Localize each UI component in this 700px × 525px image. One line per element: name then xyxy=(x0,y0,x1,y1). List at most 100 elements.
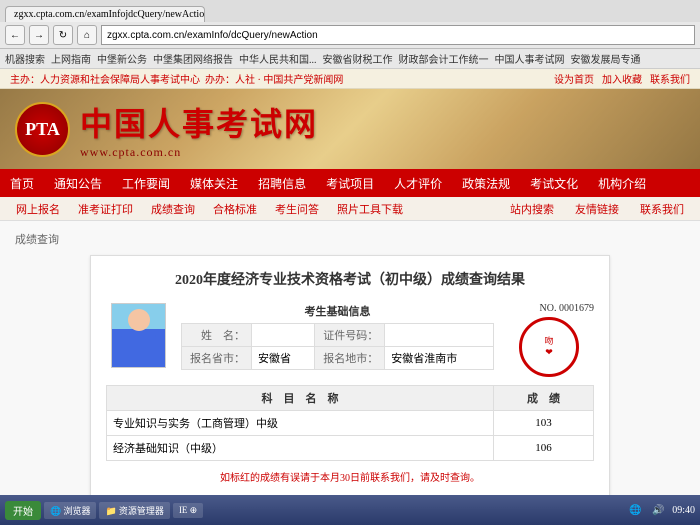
result-card: 2020年度经济专业技术资格考试（初中级）成绩查询结果 xyxy=(90,255,610,495)
add-favorite-link[interactable]: 加入收藏 xyxy=(602,71,642,86)
site-admin-bar: 主办：人力资源和社会保障局人事考试中心 办办：人社 · 中国共产党新闻网 设为首… xyxy=(0,69,700,89)
admin-link-party[interactable]: 中国共产党新闻网 xyxy=(263,75,343,86)
nav-org[interactable]: 机构介绍 xyxy=(588,169,656,197)
info-table: 姓 名： 证件号码： 报名省市： 安徽省 报名地市： 安徽省淮南市 xyxy=(181,323,494,370)
city-value: 安徽省淮南市 xyxy=(385,346,494,369)
subnav-score[interactable]: 成绩查询 xyxy=(143,197,203,220)
photo-head xyxy=(128,309,150,331)
official-stamp: 吻❤ xyxy=(519,317,579,377)
taskbar-time: 09:40 xyxy=(672,505,695,516)
contact-us-link[interactable]: 联系我们 xyxy=(650,71,690,86)
table-row: 报名省市： 安徽省 报名地市： 安徽省淮南市 xyxy=(182,346,494,369)
id-label: 证件号码： xyxy=(315,323,385,346)
bookmark-4[interactable]: 中堡集团网络报告 xyxy=(153,51,233,66)
main-nav: 首页 通知公告 工作要闻 媒体关注 招聘信息 考试项目 人才评价 政策法规 考试… xyxy=(0,169,700,197)
nav-talent[interactable]: 人才评价 xyxy=(384,169,452,197)
score-header: 成 绩 xyxy=(493,385,593,410)
refresh-button[interactable]: ↻ xyxy=(53,25,73,45)
logo-circle-text: PTA xyxy=(25,119,60,140)
taskbar-item-3[interactable]: IE ⊕ xyxy=(173,503,203,518)
name-value xyxy=(252,323,315,346)
subject-header: 科 目 名 称 xyxy=(107,385,494,410)
nav-exam[interactable]: 考试项目 xyxy=(316,169,384,197)
no-label: NO. 0001679 xyxy=(540,303,594,314)
site-header: PTA 中国人事考试网 www.cpta.com.cn xyxy=(0,89,700,169)
subnav-photo[interactable]: 照片工具下载 xyxy=(329,197,411,220)
bookmark-3[interactable]: 中堡新公务 xyxy=(97,51,147,66)
bookmark-2[interactable]: 上网指南 xyxy=(51,51,91,66)
province-value: 安徽省 xyxy=(252,346,315,369)
logo-text-group: 中国人事考试网 www.cpta.com.cn xyxy=(80,99,318,160)
no-prefix: NO. xyxy=(540,303,557,314)
table-row: 姓 名： 证件号码： xyxy=(182,323,494,346)
subject-2: 经济基础知识（中级） xyxy=(107,435,494,460)
city-label: 报名地市： xyxy=(315,346,385,369)
start-button[interactable]: 开始 xyxy=(5,501,41,520)
province-label: 报名省市： xyxy=(182,346,252,369)
site-content: 主办：人力资源和社会保障局人事考试中心 办办：人社 · 中国共产党新闻网 设为首… xyxy=(0,69,700,495)
subnav-admit[interactable]: 准考证打印 xyxy=(70,197,141,220)
home-button[interactable]: ⌂ xyxy=(77,25,97,45)
taskbar-speaker-icon[interactable]: 🔊 xyxy=(649,501,667,519)
subnav-register[interactable]: 网上报名 xyxy=(8,197,68,220)
logo-area: PTA 中国人事考试网 www.cpta.com.cn xyxy=(15,99,318,160)
taskbar-right: 🌐 🔊 09:40 xyxy=(626,501,695,519)
browser-window: zgxx.cpta.com.cn/examInfojdcQuery/newAct… xyxy=(0,0,700,495)
result-title: 2020年度经济专业技术资格考试（初中级）成绩查询结果 xyxy=(106,271,594,291)
site-url: www.cpta.com.cn xyxy=(80,145,318,160)
photo-section xyxy=(106,303,171,377)
active-tab[interactable]: zgxx.cpta.com.cn/examInfojdcQuery/newAct… xyxy=(5,6,205,22)
scores-header-row: 科 目 名 称 成 绩 xyxy=(107,385,594,410)
subnav-links[interactable]: 友情链接 xyxy=(567,201,627,217)
bookmark-8[interactable]: 中国人事考试网 xyxy=(495,51,565,66)
sub-nav: 网上报名 准考证打印 成绩查询 合格标准 考生问答 照片工具下载 站内搜索 友情… xyxy=(0,197,700,221)
nav-recruit[interactable]: 招聘信息 xyxy=(248,169,316,197)
id-value xyxy=(385,323,494,346)
nav-culture[interactable]: 考试文化 xyxy=(520,169,588,197)
nav-home[interactable]: 首页 xyxy=(0,169,44,197)
back-button[interactable]: ← xyxy=(5,25,25,45)
bookmark-6[interactable]: 安徽省财税工作 xyxy=(323,51,393,66)
nav-news[interactable]: 工作要闻 xyxy=(112,169,180,197)
nav-media[interactable]: 媒体关注 xyxy=(180,169,248,197)
candidate-photo xyxy=(111,303,166,368)
taskbar-network-icon[interactable]: 🌐 xyxy=(626,501,644,519)
subject-1: 专业知识与实务（工商管理）中级 xyxy=(107,410,494,435)
no-value: 0001679 xyxy=(559,303,594,314)
subnav-contact[interactable]: 联系我们 xyxy=(632,201,692,217)
taskbar-item-2[interactable]: 📁 资源管理器 xyxy=(99,502,169,519)
bookmark-5[interactable]: 中华人民共和国... xyxy=(239,51,317,66)
address-bar[interactable] xyxy=(101,25,695,45)
breadcrumb: 成绩查询 xyxy=(15,231,685,247)
score-row-2: 经济基础知识（中级） 106 xyxy=(107,435,594,460)
subnav-search[interactable]: 站内搜索 xyxy=(502,201,562,217)
stamp-area: NO. 0001679 吻❤ xyxy=(504,303,594,377)
page-content: 成绩查询 2020年度经济专业技术资格考试（初中级）成绩查询结果 xyxy=(0,221,700,495)
score-1: 103 xyxy=(493,410,593,435)
bookmark-9[interactable]: 安徽发展局专通 xyxy=(571,51,641,66)
info-table-wrap: 考生基础信息 姓 名： 证件号码： 报名省市： 安徽省 xyxy=(181,303,494,377)
logo-icon: PTA xyxy=(15,102,70,157)
score-row-1: 专业知识与实务（工商管理）中级 103 xyxy=(107,410,594,435)
notice-text: 如标红的成绩有误请于本月30日前联系我们，请及时查询。 xyxy=(106,469,594,484)
scores-table: 科 目 名 称 成 绩 专业知识与实务（工商管理）中级 103 经济基础知识（中… xyxy=(106,385,594,461)
forward-button[interactable]: → xyxy=(29,25,49,45)
subnav-standard[interactable]: 合格标准 xyxy=(205,197,265,220)
browser-tabs: zgxx.cpta.com.cn/examInfojdcQuery/newAct… xyxy=(0,0,700,22)
admin-link-renshe[interactable]: 人社 xyxy=(235,75,255,86)
site-title: 中国人事考试网 xyxy=(80,99,318,145)
bookmarks-bar: 机器搜索 上网指南 中堡新公务 中堡集团网络报告 中华人民共和国... 安徽省财… xyxy=(0,49,700,69)
bookmark-1[interactable]: 机器搜索 xyxy=(5,51,45,66)
nav-notice[interactable]: 通知公告 xyxy=(44,169,112,197)
score-2: 106 xyxy=(493,435,593,460)
taskbar: 开始 🌐 浏览器 📁 资源管理器 IE ⊕ 🌐 🔊 09:40 xyxy=(0,495,700,525)
browser-toolbar: ← → ↻ ⌂ xyxy=(0,22,700,49)
taskbar-item-1[interactable]: 🌐 浏览器 xyxy=(44,502,96,519)
candidate-info-label: 考生基础信息 xyxy=(181,303,494,319)
bookmark-7[interactable]: 财政部会计工作统一 xyxy=(399,51,489,66)
set-homepage-link[interactable]: 设为首页 xyxy=(554,71,594,86)
info-photo-row: 考生基础信息 姓 名： 证件号码： 报名省市： 安徽省 xyxy=(106,303,594,377)
stamp-text: 吻❤ xyxy=(544,336,553,358)
nav-policy[interactable]: 政策法规 xyxy=(452,169,520,197)
subnav-faq[interactable]: 考生问答 xyxy=(267,197,327,220)
